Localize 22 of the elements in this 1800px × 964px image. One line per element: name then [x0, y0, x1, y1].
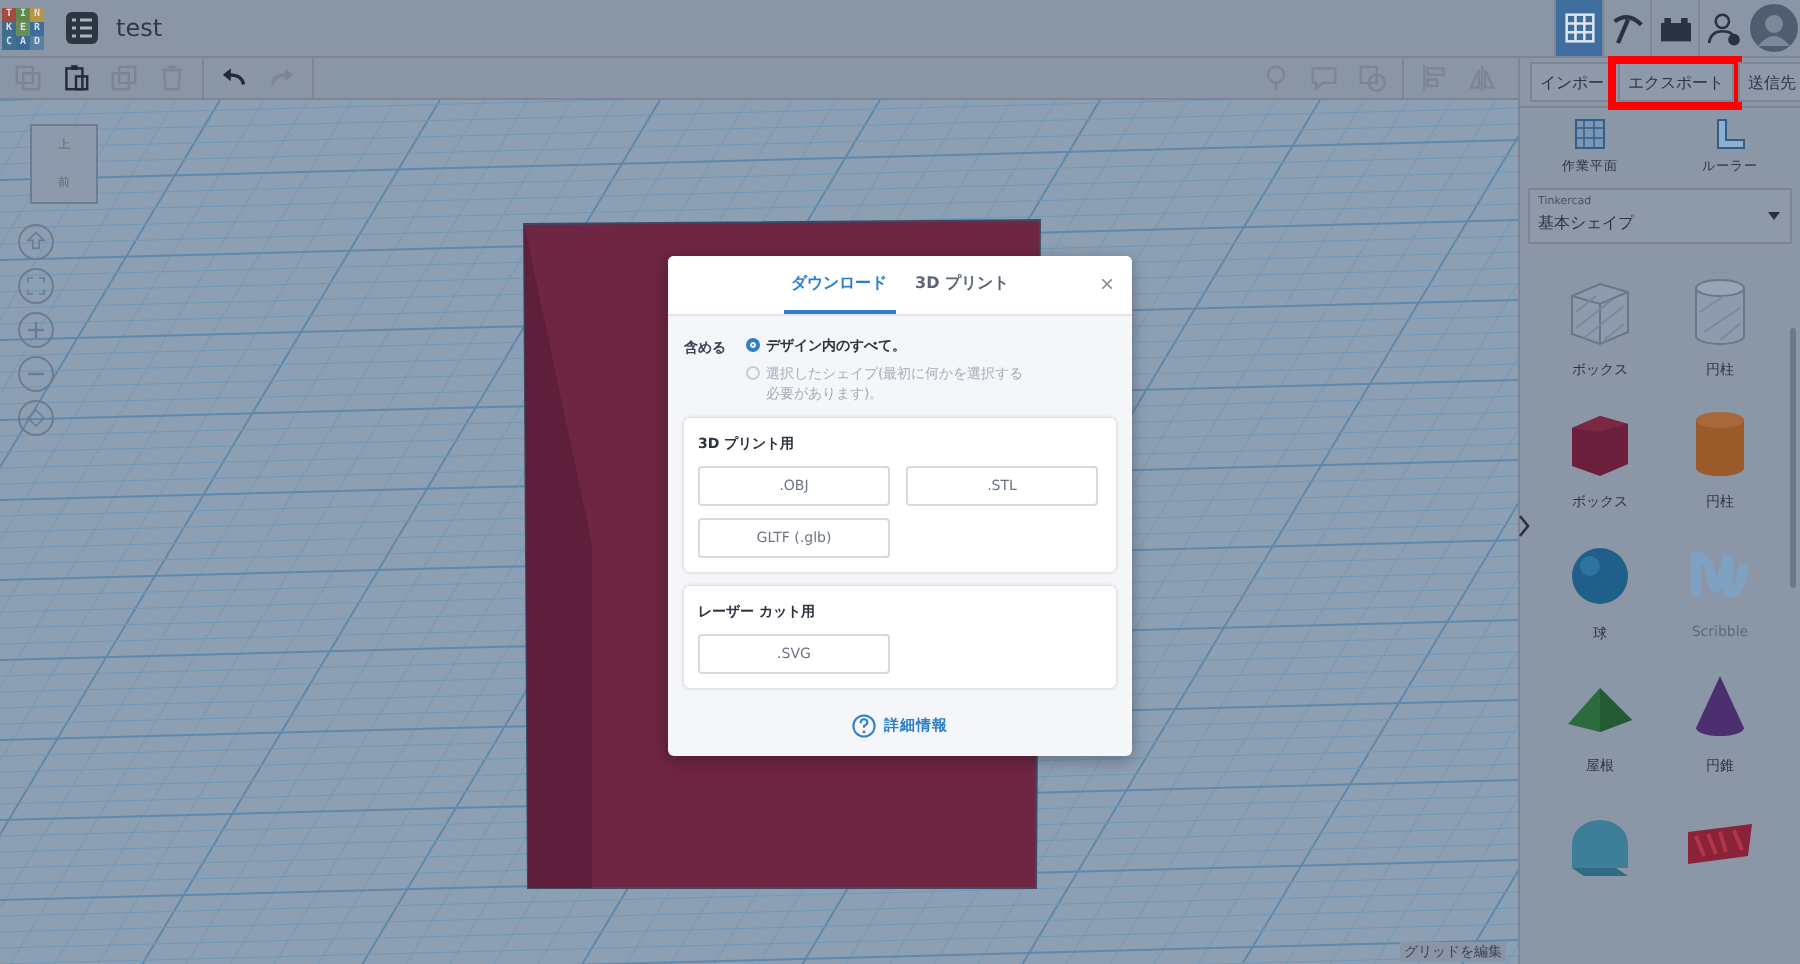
- ruler-icon: [1712, 116, 1748, 152]
- close-button[interactable]: ×: [1099, 272, 1114, 296]
- tab[interactable]: ダウンロード: [783, 256, 895, 314]
- fit-view-icon[interactable]: [18, 268, 54, 304]
- avatar-icon[interactable]: [1750, 4, 1798, 52]
- zoom-out-icon[interactable]: [18, 356, 54, 392]
- toolbar-button[interactable]: エクスポート: [1618, 62, 1734, 102]
- collapse-chevron-icon[interactable]: [1518, 514, 1530, 538]
- grid-view-icon[interactable]: [1554, 0, 1602, 56]
- home-icon[interactable]: [18, 224, 54, 260]
- zoom-in-icon[interactable]: [18, 312, 54, 348]
- toolbar-button[interactable]: インポー: [1530, 62, 1614, 102]
- tab[interactable]: 3D プリント: [907, 256, 1017, 314]
- design-list-icon[interactable]: [64, 10, 100, 46]
- radio-button[interactable]: [746, 338, 760, 352]
- toolbar-button[interactable]: 送信先: [1738, 62, 1800, 102]
- perspective-icon[interactable]: [18, 400, 54, 436]
- help-icon[interactable]: [852, 714, 876, 738]
- document-title: test: [116, 14, 163, 42]
- dropdown-caret-icon: [1768, 212, 1780, 220]
- workplane-icon: [1572, 116, 1608, 152]
- add-user-icon[interactable]: [1698, 0, 1746, 56]
